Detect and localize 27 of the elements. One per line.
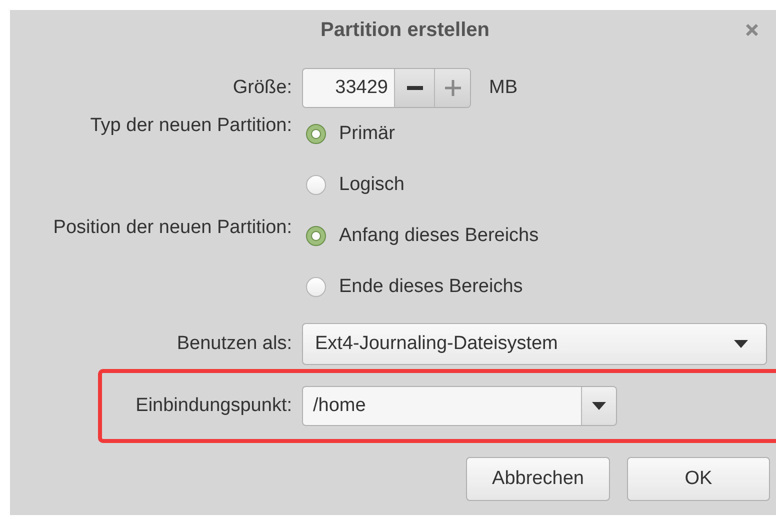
field-label: Benutzen als: bbox=[176, 333, 292, 355]
radio-label: Primär bbox=[339, 122, 395, 144]
cancel-button[interactable]: Abbrechen bbox=[466, 457, 610, 501]
radio-button[interactable] bbox=[306, 174, 326, 194]
ok-button[interactable]: OK bbox=[627, 457, 770, 501]
radio-label: Anfang dieses Bereichs bbox=[339, 224, 539, 246]
dropdown[interactable]: Ext4-Journaling-Dateisystem bbox=[302, 323, 767, 365]
radio-button[interactable] bbox=[306, 276, 326, 296]
field-label: Position der neuen Partition: bbox=[52, 216, 292, 240]
field-label: Typ der neuen Partition: bbox=[89, 114, 292, 138]
radio-label: Ende dieses Bereichs bbox=[339, 276, 523, 298]
combo-field[interactable]: /home bbox=[302, 386, 617, 426]
caret-icon bbox=[592, 402, 606, 410]
plus-icon bbox=[444, 80, 460, 96]
window-title: Partition erstellen bbox=[320, 18, 490, 42]
field-label: Größe: bbox=[232, 77, 292, 99]
minus-icon bbox=[406, 86, 422, 90]
unit-label: MB bbox=[489, 77, 518, 99]
radio-label: Logisch bbox=[339, 174, 404, 196]
decrement-button[interactable] bbox=[394, 69, 434, 107]
field-label: Einbindungspunkt: bbox=[134, 395, 292, 417]
caret-icon bbox=[734, 340, 748, 348]
radio-button[interactable] bbox=[306, 226, 326, 246]
spin-field[interactable]: 33429 bbox=[302, 68, 471, 108]
close-icon[interactable] bbox=[745, 23, 759, 37]
radio-button[interactable] bbox=[306, 124, 326, 144]
dropdown-button[interactable] bbox=[581, 387, 616, 425]
